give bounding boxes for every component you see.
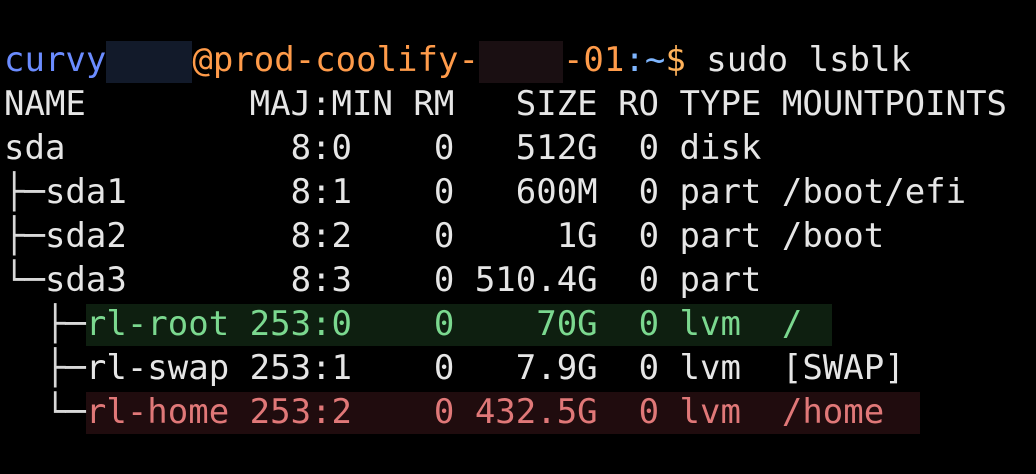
device-name: sda2: [44, 216, 127, 256]
tree-branch: └─: [4, 260, 45, 300]
table-row: └─sda3 8:3 0 510.4G 0 part: [4, 258, 761, 302]
table-row: sda 8:0 0 512G 0 disk: [4, 126, 761, 170]
shell-prompt: curvy @prod-coolify- -01:~$ sudo lsblk: [4, 38, 911, 83]
device-details: 253:2 0 432.5G 0 lvm /home: [229, 392, 885, 432]
table-row: ├─rl-swap 253:1 0 7.9G 0 lvm [SWAP]: [4, 346, 905, 390]
device-name: sda: [4, 128, 66, 168]
tree-branch: ├─: [4, 348, 86, 388]
table-row: └─rl-home 253:2 0 432.5G 0 lvm /home: [4, 390, 884, 434]
prompt-user: curvy: [4, 40, 107, 80]
device-details: 8:0 0 512G 0 disk: [65, 128, 762, 168]
prompt-path: :~: [624, 40, 666, 80]
prompt-host: @prod-coolify-: [192, 40, 479, 80]
prompt-host-suffix: -01: [562, 40, 625, 80]
terminal-window[interactable]: curvy @prod-coolify- -01:~$ sudo lsblk NAM…: [0, 0, 1036, 474]
command-text: sudo lsblk: [685, 40, 911, 80]
device-details: 253:1 0 7.9G 0 lvm [SWAP]: [229, 348, 905, 388]
device-name: sda3: [44, 260, 127, 300]
device-details: 8:3 0 510.4G 0 part: [126, 260, 762, 300]
table-row: ├─rl-root 253:0 0 70G 0 lvm /: [4, 302, 802, 346]
device-name: rl-home: [85, 392, 230, 432]
prompt-dollar: $: [665, 40, 686, 80]
device-details: 8:1 0 600M 0 part /boot/efi: [126, 172, 967, 212]
tree-branch: ├─: [4, 304, 86, 344]
lsblk-header: NAME MAJ:MIN RM SIZE RO TYPE MOUNTPOINTS: [4, 84, 1008, 124]
device-name: rl-swap: [85, 348, 230, 388]
tree-branch: ├─: [4, 216, 45, 256]
table-row: ├─sda1 8:1 0 600M 0 part /boot/efi: [4, 170, 966, 214]
device-name: rl-root: [85, 304, 230, 344]
device-details: 253:0 0 70G 0 lvm /: [229, 304, 803, 344]
redacted-user-suffix: [106, 40, 193, 83]
redacted-host-segment: [478, 40, 563, 83]
device-name: sda1: [44, 172, 127, 212]
tree-branch: └─: [4, 392, 86, 432]
table-row: ├─sda2 8:2 0 1G 0 part /boot: [4, 214, 884, 258]
device-details: 8:2 0 1G 0 part /boot: [126, 216, 885, 256]
tree-branch: ├─: [4, 172, 45, 212]
